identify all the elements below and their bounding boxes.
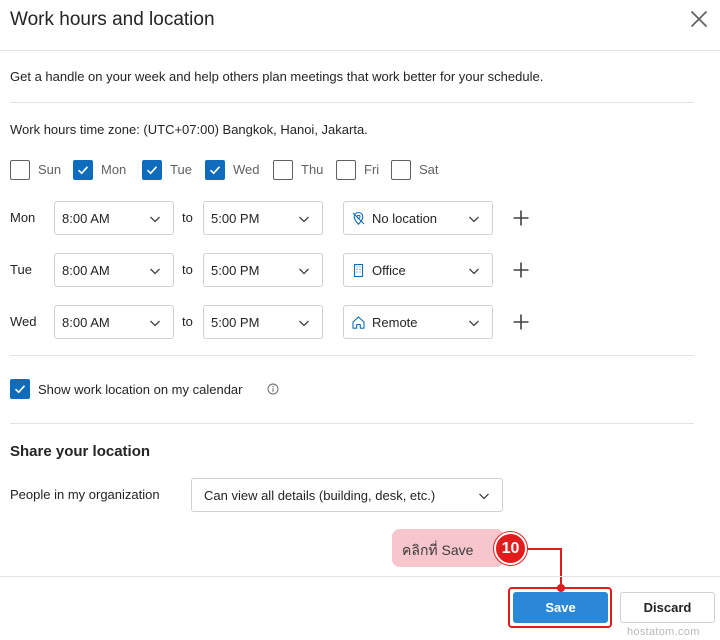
dialog-description: Get a handle on your week and help other… xyxy=(10,69,544,84)
dialog-title: Work hours and location xyxy=(10,9,215,30)
chevron-down-icon xyxy=(469,216,479,223)
close-button[interactable] xyxy=(686,6,712,32)
annotation-text: คลิกที่ Save xyxy=(402,542,474,558)
day-label: Sat xyxy=(419,162,439,177)
checkbox[interactable] xyxy=(391,160,411,180)
location-value: Office xyxy=(372,263,406,278)
day-label: Fri xyxy=(364,162,380,177)
start-time-dropdown[interactable]: 8:00 AM xyxy=(54,305,174,339)
end-time-dropdown[interactable]: 5:00 PM xyxy=(203,305,323,339)
timezone-label: Work hours time zone: (UTC+07:00) Bangko… xyxy=(10,122,368,137)
office-building-icon xyxy=(353,263,364,278)
permission-value: Can view all details (building, desk, et… xyxy=(204,488,436,503)
chevron-down-icon xyxy=(469,268,479,275)
divider xyxy=(10,102,694,103)
chevron-down-icon xyxy=(469,320,479,327)
location-dropdown[interactable]: No location xyxy=(343,201,493,235)
no-location-icon xyxy=(352,211,365,225)
end-time-value: 5:00 PM xyxy=(211,263,260,278)
chevron-down-icon xyxy=(479,493,489,500)
row-day-label: Wed xyxy=(10,314,37,329)
start-time-value: 8:00 AM xyxy=(62,315,110,330)
divider xyxy=(10,423,694,424)
location-dropdown[interactable]: Remote xyxy=(343,305,493,339)
info-icon[interactable] xyxy=(267,383,279,395)
start-time-dropdown[interactable]: 8:00 AM xyxy=(54,253,174,287)
discard-button[interactable]: Discard xyxy=(620,592,715,623)
end-time-value: 5:00 PM xyxy=(211,315,260,330)
day-label: Mon xyxy=(101,162,127,177)
checkbox-checked[interactable] xyxy=(205,160,225,180)
end-time-value: 5:00 PM xyxy=(211,211,260,226)
row-day-label: Tue xyxy=(10,262,32,277)
annotation-highlight-box xyxy=(508,587,612,628)
checkmark-icon xyxy=(146,166,158,175)
start-time-value: 8:00 AM xyxy=(62,211,110,226)
checkbox[interactable] xyxy=(10,160,30,180)
location-value: Remote xyxy=(372,315,418,330)
chevron-down-icon xyxy=(299,216,309,223)
day-label: Sun xyxy=(38,162,62,177)
people-label: People in my organization xyxy=(10,487,160,502)
home-icon xyxy=(352,316,365,329)
show-location-checkbox[interactable] xyxy=(10,379,30,399)
day-label: Thu xyxy=(301,162,324,177)
close-icon xyxy=(691,11,707,27)
to-label: to xyxy=(182,210,193,225)
step-number-badge: 10 xyxy=(494,532,527,565)
checkmark-icon xyxy=(14,385,26,394)
permission-dropdown[interactable]: Can view all details (building, desk, et… xyxy=(191,478,503,512)
chevron-down-icon xyxy=(299,268,309,275)
step-number: 10 xyxy=(501,540,520,557)
checkmark-icon xyxy=(77,166,89,175)
footer-divider xyxy=(0,576,720,577)
annotation-connector-dot xyxy=(557,584,565,592)
to-label: to xyxy=(182,314,193,329)
start-time-value: 8:00 AM xyxy=(62,263,110,278)
day-label: Tue xyxy=(170,162,192,177)
chevron-down-icon xyxy=(150,268,160,275)
header-divider xyxy=(0,50,720,51)
section-title: Share your location xyxy=(10,443,151,460)
chevron-down-icon xyxy=(299,320,309,327)
checkbox[interactable] xyxy=(273,160,293,180)
day-label: Wed xyxy=(233,162,260,177)
location-value: No location xyxy=(372,211,438,226)
checkbox-checked[interactable] xyxy=(73,160,93,180)
to-label: to xyxy=(182,262,193,277)
chevron-down-icon xyxy=(150,216,160,223)
row-day-label: Mon xyxy=(10,210,36,225)
checkmark-icon xyxy=(209,166,221,175)
start-time-dropdown[interactable]: 8:00 AM xyxy=(54,201,174,235)
end-time-dropdown[interactable]: 5:00 PM xyxy=(203,253,323,287)
add-icon[interactable] xyxy=(512,261,530,279)
checkbox[interactable] xyxy=(336,160,356,180)
annotation-connector xyxy=(560,548,562,588)
add-icon[interactable] xyxy=(512,313,530,331)
divider xyxy=(10,355,694,356)
show-location-label: Show work location on my calendar xyxy=(38,382,243,397)
annotation-connector xyxy=(527,548,562,550)
checkbox-checked[interactable] xyxy=(142,160,162,180)
annotation-callout: คลิกที่ Save xyxy=(392,529,504,567)
location-dropdown[interactable]: Office xyxy=(343,253,493,287)
watermark: hostatom.com xyxy=(627,626,700,638)
chevron-down-icon xyxy=(150,320,160,327)
end-time-dropdown[interactable]: 5:00 PM xyxy=(203,201,323,235)
add-icon[interactable] xyxy=(512,209,530,227)
